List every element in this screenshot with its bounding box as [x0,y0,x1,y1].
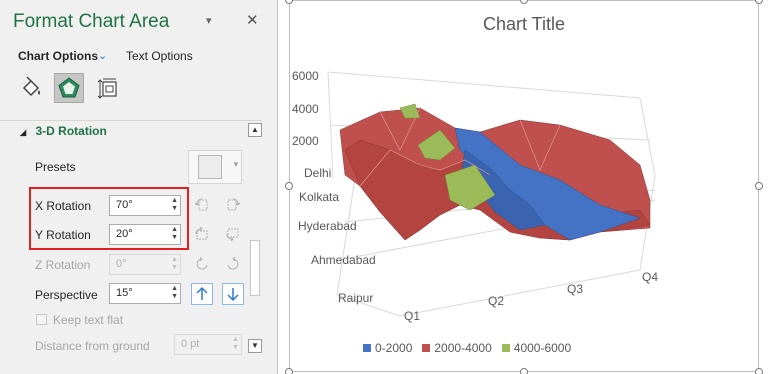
y-tick-raipur: Raipur [338,291,373,305]
legend-swatch [422,344,431,352]
surface-mesh [339,103,651,241]
y-tick-ahmedabad: Ahmedabad [311,253,376,267]
y-tick-kolkata: Kolkata [299,190,339,204]
legend-item[interactable]: 4000-6000 [501,341,572,355]
legend-swatch [501,344,510,352]
x-tick-q1: Q1 [404,309,420,323]
z-tick-4000: 4000 [292,102,319,116]
legend-item[interactable]: 2000-4000 [422,341,492,355]
y-tick-hyderabad: Hyderabad [298,219,357,233]
x-tick-q4: Q4 [642,270,658,284]
legend-label: 0-2000 [375,341,413,355]
legend-label: 4000-6000 [513,341,572,355]
x-tick-q3: Q3 [567,282,583,296]
y-tick-delhi: Delhi [304,166,331,180]
x-tick-q2: Q2 [488,294,504,308]
legend-item[interactable]: 0-2000 [363,341,412,355]
z-tick-2000: 2000 [292,134,319,148]
surface-chart-plot[interactable]: 6000 4000 2000 Delhi Kolkata Hyderabad A… [0,0,768,374]
legend-label: 2000-4000 [434,341,492,355]
chart-legend[interactable]: 0-2000 2000-4000 4000-6000 [363,341,571,355]
z-tick-6000: 6000 [292,69,319,83]
legend-swatch [363,344,371,352]
